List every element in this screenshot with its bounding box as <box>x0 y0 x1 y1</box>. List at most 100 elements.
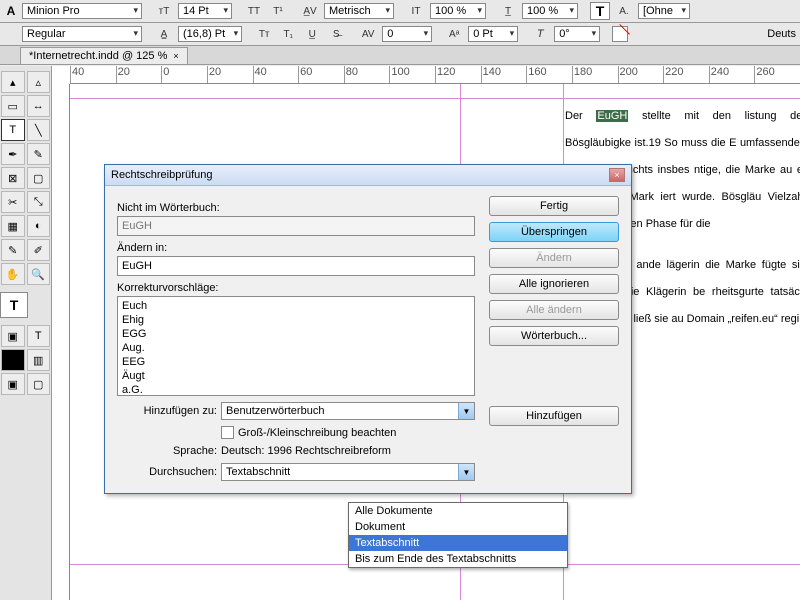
view-mode-preview[interactable]: ▢ <box>27 373 51 395</box>
line-tool[interactable]: ╲ <box>27 119 51 141</box>
suggestion-item[interactable]: Ehig <box>120 313 472 327</box>
lang-value: Deutsch: 1996 Rechtschreibreform <box>221 445 391 457</box>
spellcheck-dialog: Rechtschreibprüfung × Nicht im Wörterbuc… <box>104 164 632 494</box>
gap-tool[interactable]: ↔ <box>27 95 51 117</box>
suggestion-item[interactable]: Aug. <box>120 341 472 355</box>
fill-swatch[interactable]: T <box>590 2 610 20</box>
selection-tool[interactable]: ▴ <box>1 71 25 93</box>
gradient-tool[interactable]: ▦ <box>1 215 25 237</box>
search-dropdown-popup[interactable]: Alle DokumenteDokumentTextabschnittBis z… <box>348 502 568 568</box>
change-all-button[interactable]: Alle ändern <box>489 300 619 320</box>
tab-gripper[interactable] <box>2 46 20 64</box>
char-format-icon[interactable]: A <box>4 3 18 19</box>
suggestion-item[interactable]: EGG <box>120 327 472 341</box>
suggestion-item[interactable]: Euch <box>120 299 472 313</box>
chevron-down-icon: ▼ <box>458 464 474 480</box>
ignore-all-button[interactable]: Alle ignorieren <box>489 274 619 294</box>
ruler-tick: 40 <box>253 66 299 84</box>
character-toolbar-row2: Regular A͇ (16,8) Pt Tᴛ T₁ U̲ S̶ AV 0 Aᵃ… <box>0 23 800 46</box>
pen-tool[interactable]: ✒ <box>1 143 25 165</box>
transform-tool[interactable]: ⤡ <box>27 191 51 213</box>
leading-dropdown[interactable]: (16,8) Pt <box>178 26 242 42</box>
baseline-shift-icon: Aᵃ <box>444 25 464 43</box>
suggestions-list[interactable]: EuchEhigEGGAug.EEGÄugta.G.High <box>117 296 475 396</box>
superscript-icon[interactable]: T¹ <box>268 2 288 20</box>
gradient-feather-tool[interactable]: ◐ <box>27 215 51 237</box>
ruler-tick: 20 <box>116 66 162 84</box>
stroke-swatch[interactable] <box>612 26 628 42</box>
done-button[interactable]: Fertig <box>489 196 619 216</box>
view-mode-normal[interactable]: ▣ <box>1 373 25 395</box>
tracking-dropdown[interactable]: 0 <box>382 26 432 42</box>
dictionary-button[interactable]: Wörterbuch... <box>489 326 619 346</box>
allcaps-icon[interactable]: TT <box>244 2 264 20</box>
document-tab[interactable]: *Internetrecht.indd @ 125 % × <box>20 47 188 64</box>
tools-panel: ▴▵ ▭↔ T╲ ✒✎ ⊠▢ ✂⤡ ▦◐ ✎✐ ✋🔍 T ▣T ▥ ▣▢ <box>0 66 52 600</box>
direct-selection-tool[interactable]: ▵ <box>27 71 51 93</box>
pencil-tool[interactable]: ✎ <box>27 143 51 165</box>
baseline-dropdown[interactable]: 0 Pt <box>468 26 518 42</box>
font-size-icon: тT <box>154 2 174 20</box>
search-option[interactable]: Dokument <box>349 519 567 535</box>
underline-icon[interactable]: U̲ <box>302 25 322 43</box>
suggestion-item[interactable]: a.G. <box>120 383 472 396</box>
ruler-tick: 80 <box>344 66 390 84</box>
tab-close-icon[interactable]: × <box>173 51 178 61</box>
add-button[interactable]: Hinzufügen <box>489 406 619 426</box>
change-to-input[interactable] <box>117 256 475 276</box>
ruler-tick: 220 <box>663 66 709 84</box>
guide-horizontal[interactable] <box>70 98 800 99</box>
font-family-dropdown[interactable]: Minion Pro <box>22 3 142 19</box>
page-tool[interactable]: ▭ <box>1 95 25 117</box>
scissors-tool[interactable]: ✂ <box>1 191 25 213</box>
body-text: Der <box>565 110 596 122</box>
eyedropper-tool[interactable]: ✐ <box>27 239 51 261</box>
dialog-close-button[interactable]: × <box>609 168 625 182</box>
dialog-titlebar[interactable]: Rechtschreibprüfung × <box>105 165 631 186</box>
note-tool[interactable]: ✎ <box>1 239 25 261</box>
suggestions-label: Korrekturvorschläge: <box>117 282 475 294</box>
fill-stroke-proxy[interactable]: T <box>0 292 28 318</box>
horizontal-ruler: 4020020406080100120140160180200220240260 <box>70 66 800 84</box>
apply-color-icon[interactable] <box>1 349 25 371</box>
not-in-dict-field: EuGH <box>117 216 475 236</box>
vscale-icon: IT <box>406 2 426 20</box>
add-to-dropdown[interactable]: Benutzerwörterbuch ▼ <box>221 402 475 420</box>
ruler-tick: 260 <box>754 66 800 84</box>
chevron-down-icon: ▼ <box>458 403 474 419</box>
smallcaps-icon[interactable]: Tᴛ <box>254 25 274 43</box>
type-tool[interactable]: T <box>1 119 25 141</box>
ruler-tick: 0 <box>161 66 207 84</box>
subscript-icon[interactable]: T₁ <box>278 25 298 43</box>
apply-gradient-icon[interactable]: ▥ <box>27 349 51 371</box>
zoom-tool[interactable]: 🔍 <box>27 263 51 285</box>
formatting-container-icon[interactable]: ▣ <box>1 325 25 347</box>
kerning-icon: A̲V <box>300 2 320 20</box>
search-option[interactable]: Textabschnitt <box>349 535 567 551</box>
suggestion-item[interactable]: Äugt <box>120 369 472 383</box>
suggestion-item[interactable]: EEG <box>120 355 472 369</box>
change-button[interactable]: Ändern <box>489 248 619 268</box>
hscale-icon: T̲ <box>498 2 518 20</box>
charstyle-dropdown[interactable]: [Ohne <box>638 3 690 19</box>
formatting-text-icon[interactable]: T <box>27 325 51 347</box>
strike-icon[interactable]: S̶ <box>326 25 346 43</box>
hand-tool[interactable]: ✋ <box>1 263 25 285</box>
kerning-dropdown[interactable]: Metrisch <box>324 3 394 19</box>
change-to-label: Ändern in: <box>117 242 475 254</box>
skip-button[interactable]: Überspringen <box>489 222 619 242</box>
skew-dropdown[interactable]: 0° <box>554 26 600 42</box>
font-style-dropdown[interactable]: Regular <box>22 26 142 42</box>
case-label: Groß-/Kleinschreibung beachten <box>238 427 396 439</box>
rect-tool[interactable]: ▢ <box>27 167 51 189</box>
hscale-dropdown[interactable]: 100 % <box>522 3 578 19</box>
search-option[interactable]: Bis zum Ende des Textabschnitts <box>349 551 567 567</box>
tracking-icon: AV <box>358 25 378 43</box>
rect-frame-tool[interactable]: ⊠ <box>1 167 25 189</box>
search-dropdown[interactable]: Textabschnitt▼ <box>221 463 475 481</box>
case-checkbox[interactable] <box>221 426 234 439</box>
search-option[interactable]: Alle Dokumente <box>349 503 567 519</box>
font-size-dropdown[interactable]: 14 Pt <box>178 3 232 19</box>
vscale-dropdown[interactable]: 100 % <box>430 3 486 19</box>
add-to-value: Benutzerwörterbuch <box>226 405 324 417</box>
